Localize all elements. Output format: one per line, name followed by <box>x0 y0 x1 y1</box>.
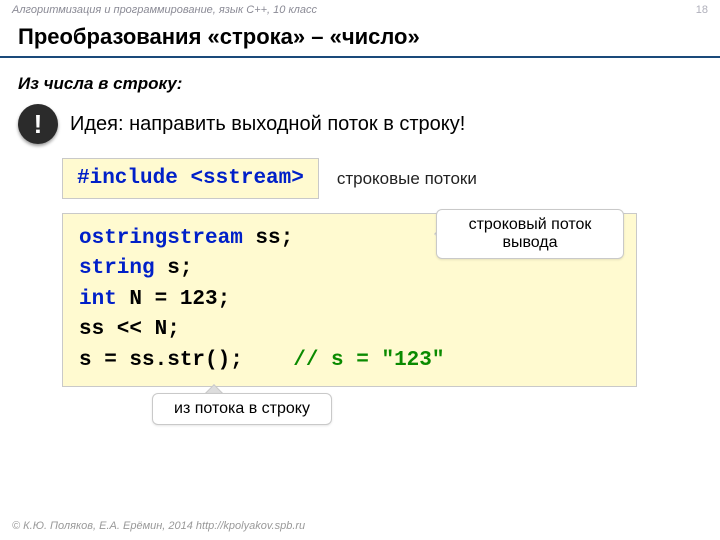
code-line-5: s = ss.str(); // s = "123" <box>79 346 620 376</box>
idea-text: Идея: направить выходной поток в строку! <box>70 113 465 136</box>
callout-line1: строковый поток <box>451 216 609 234</box>
callout-stream-output: строковый поток вывода <box>436 209 624 259</box>
slide-title: Преобразования «строка» – «число» <box>0 18 720 58</box>
callout-to-string: из потока в строку <box>152 393 332 425</box>
callout-line2: вывода <box>451 234 609 252</box>
code-line-4: ss << N; <box>79 315 620 345</box>
page-number: 18 <box>696 4 708 16</box>
slide-footer: © К.Ю. Поляков, Е.А. Ерёмин, 2014 http:/… <box>12 520 305 532</box>
idea-row: ! Идея: направить выходной поток в строк… <box>18 104 706 144</box>
code-container: ostringstream ss; string s; int N = 123;… <box>62 213 706 387</box>
include-row: #include <sstream> строковые потоки <box>62 158 706 199</box>
include-header: <sstream> <box>190 167 303 190</box>
code-line-2: string s; <box>79 254 620 284</box>
slide-content: Из числа в строку: ! Идея: направить вых… <box>0 58 720 387</box>
subheading: Из числа в строку: <box>18 74 706 94</box>
exclamation-icon: ! <box>18 104 58 144</box>
code-line-3: int N = 123; <box>79 285 620 315</box>
include-codebox: #include <sstream> <box>62 158 319 199</box>
slide-header: Алгоритмизация и программирование, язык … <box>0 0 720 18</box>
include-label: строковые потоки <box>337 169 477 189</box>
include-directive: #include <box>77 167 178 190</box>
course-label: Алгоритмизация и программирование, язык … <box>12 4 317 16</box>
